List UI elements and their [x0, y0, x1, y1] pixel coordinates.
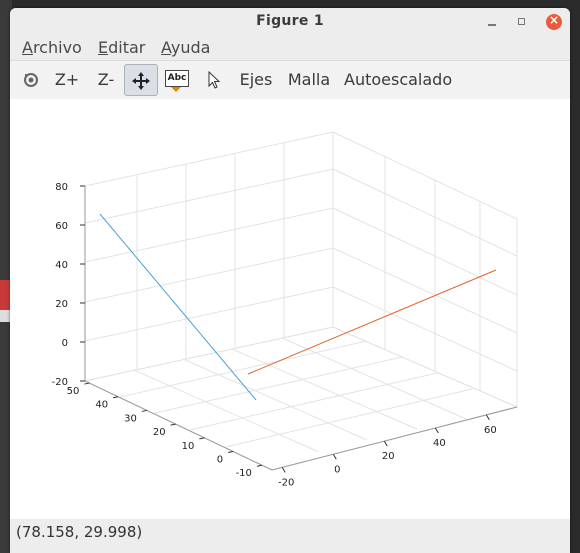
- x-tick-mark: [332, 453, 337, 460]
- x-tick-label: 20: [382, 451, 395, 462]
- y-tick-mark: [84, 382, 90, 385]
- series-2-line: [247, 269, 497, 375]
- menu-editar-mnemonic: E: [98, 38, 109, 57]
- y-tick-mark: [228, 451, 234, 454]
- z-tick-label: -20: [52, 377, 68, 388]
- y-tick-mark: [256, 464, 263, 467]
- menu-editar[interactable]: Editar: [98, 38, 145, 57]
- x-tick-mark: [485, 414, 490, 421]
- menu-editar-label: ditar: [108, 38, 146, 57]
- text-icon: Abc: [165, 70, 189, 87]
- menu-ayuda-label: yuda: [170, 38, 211, 57]
- pan-button[interactable]: [124, 64, 158, 96]
- grid-button[interactable]: Malla: [286, 64, 332, 96]
- y-tick-mark: [170, 423, 176, 426]
- x-tick-mark: [281, 467, 286, 473]
- axes-button[interactable]: Ejes: [236, 64, 276, 96]
- text-tool-button[interactable]: Abc: [164, 64, 190, 96]
- autoscale-button[interactable]: Autoescalado: [344, 64, 452, 96]
- x-tick-mark: [383, 440, 388, 447]
- figure-window: Figure 1 × Archivo Editar Ayuda Z+ Z- Ab…: [10, 8, 570, 553]
- y-tick-mark: [112, 396, 119, 399]
- menu-bar: Archivo Editar Ayuda: [10, 36, 570, 60]
- y-axis-ticks: 50 40 30 20 10 0 -10: [67, 382, 263, 479]
- x-axis-ticks: -20 0 20 40 60: [278, 414, 497, 488]
- close-icon: ×: [548, 13, 560, 27]
- y-tick-label: 50: [67, 386, 80, 397]
- toolbar: Z+ Z- Abc Ejes Malla Autoescalado: [10, 60, 570, 100]
- minimize-button[interactable]: [484, 14, 500, 30]
- zoom-out-button[interactable]: Z-: [92, 64, 120, 96]
- y-tick-label: 20: [153, 427, 166, 438]
- plot-canvas[interactable]: 80 60 40 20 0 -20 50 40 30 20 10 0 -10 -20 0 20 40 60: [10, 99, 570, 519]
- x-tick-label: 40: [433, 438, 446, 449]
- rotate-button[interactable]: [18, 64, 44, 96]
- rotate-icon: [24, 73, 38, 87]
- status-bar: (78.158, 29.998): [10, 519, 570, 553]
- y-tick-mark: [141, 409, 147, 412]
- z-tick-label: 40: [55, 260, 68, 271]
- menu-ayuda-mnemonic: A: [161, 38, 171, 57]
- pan-icon: [132, 72, 150, 90]
- select-button[interactable]: [203, 64, 225, 96]
- maximize-button[interactable]: [514, 14, 530, 30]
- title-bar: Figure 1 ×: [10, 8, 570, 36]
- y-tick-label: 10: [182, 441, 195, 452]
- menu-ayuda[interactable]: Ayuda: [161, 38, 210, 57]
- plot-3d[interactable]: 80 60 40 20 0 -20 50 40 30 20 10 0 -10 -20 0 20 40 60: [10, 99, 570, 519]
- z-tick-label: 80: [55, 182, 68, 193]
- y-tick-mark: [199, 437, 205, 440]
- x-tick-label: 0: [334, 464, 340, 475]
- close-button[interactable]: ×: [546, 13, 562, 30]
- menu-archivo[interactable]: Archivo: [22, 38, 82, 57]
- y-tick-label: 0: [217, 455, 223, 466]
- y-tick-label: 40: [95, 400, 108, 411]
- text-icon-marker: [171, 87, 181, 92]
- axis-lines: [84, 186, 518, 471]
- cursor-coordinates: (78.158, 29.998): [16, 523, 143, 541]
- z-axis-ticks: 80 60 40 20 0 -20: [52, 182, 85, 388]
- y-tick-label: 30: [124, 413, 137, 424]
- x-tick-label: -20: [278, 477, 294, 488]
- z-tick-label: 0: [62, 338, 68, 349]
- z-tick-label: 20: [55, 299, 68, 310]
- cursor-icon: [208, 70, 221, 89]
- z-tick-label: 60: [55, 221, 68, 232]
- back-grid: [83, 131, 519, 471]
- zoom-in-button[interactable]: Z+: [52, 64, 82, 96]
- y-tick-label: -10: [236, 468, 252, 479]
- menu-archivo-mnemonic: A: [22, 38, 33, 57]
- menu-archivo-label: rchivo: [32, 38, 82, 57]
- x-tick-label: 60: [484, 425, 497, 436]
- x-tick-mark: [434, 427, 439, 434]
